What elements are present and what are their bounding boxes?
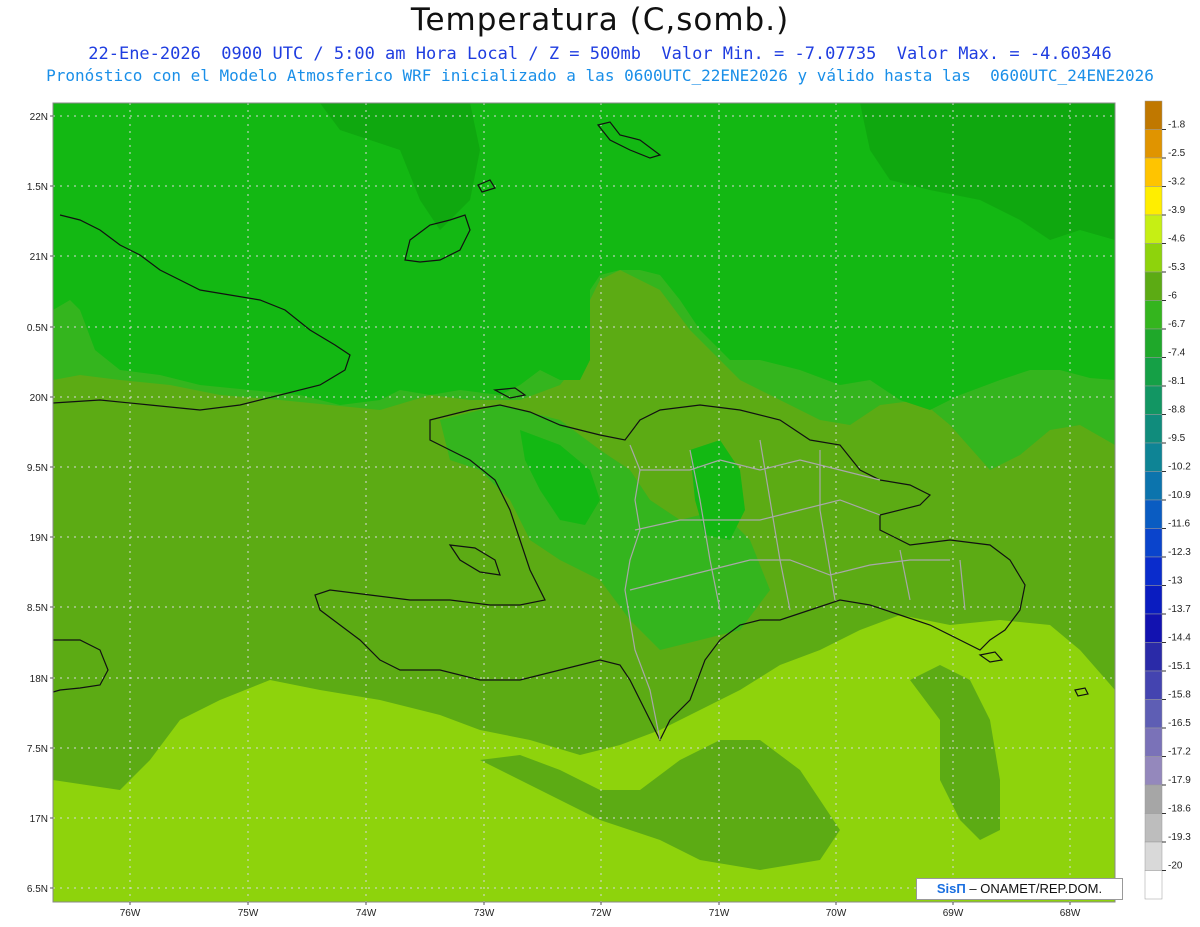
colorbar-swatch: [1144, 756, 1163, 786]
colorbar-swatch: [1144, 841, 1163, 871]
colorbar-swatch: [1144, 357, 1163, 387]
credit-text: – ONAMET/REP.DOM.: [965, 881, 1103, 896]
colorbar-label: -5.3: [1168, 262, 1186, 273]
colorbar-swatch: [1144, 699, 1163, 729]
lon-label: 70W: [826, 908, 847, 919]
lat-label: 18N: [30, 674, 48, 685]
colorbar-swatch: [1144, 670, 1163, 700]
colorbar-swatch: [1144, 271, 1163, 301]
colorbar-label: -11.6: [1168, 519, 1190, 530]
colorbar-label: -4.6: [1168, 234, 1186, 245]
colorbar-swatch: [1144, 813, 1163, 843]
colorbar: -1.8 -2.5 -3.2 -3.9 -4.6 -5.3 -6 -6.7 -7.4 -8.1 -8…: [1144, 100, 1191, 900]
lon-label: 74W: [356, 908, 377, 919]
lat-label: 22N: [30, 112, 48, 123]
lat-label: 7.5N: [27, 744, 48, 755]
colorbar-label: -7.4: [1168, 348, 1186, 359]
sispi-logo: SisΠ: [936, 881, 966, 896]
colorbar-swatch: [1144, 100, 1163, 130]
colorbar-label: -6.7: [1168, 319, 1186, 330]
temperature-map: 22N 1.5N 21N 0.5N 20N 9.5N 19N 8.5N 18N 7.5N 17N 6.…: [27, 100, 1191, 919]
lat-label: 21N: [30, 252, 48, 263]
colorbar-label: -15.1: [1168, 661, 1191, 672]
colorbar-label: -8.8: [1168, 405, 1186, 416]
colorbar-swatch: [1144, 129, 1163, 159]
colorbar-label: -17.2: [1168, 747, 1191, 758]
colorbar-swatch: [1144, 471, 1163, 501]
colorbar-label: -6: [1168, 291, 1177, 302]
lat-label: 8.5N: [27, 603, 48, 614]
colorbar-swatch: [1144, 300, 1163, 330]
colorbar-swatch: [1144, 414, 1163, 444]
colorbar-swatch: [1144, 385, 1163, 415]
colorbar-label: -9.5: [1168, 433, 1186, 444]
lat-label: 1.5N: [27, 182, 48, 193]
colorbar-swatch: [1144, 157, 1163, 187]
lon-label: 69W: [943, 908, 964, 919]
lat-label: 17N: [30, 814, 48, 825]
lon-label: 76W: [120, 908, 141, 919]
lon-label: 73W: [474, 908, 495, 919]
colorbar-swatch: [1144, 243, 1163, 273]
colorbar-swatch: [1144, 499, 1163, 529]
lat-label: 20N: [30, 393, 48, 404]
lon-label: 68W: [1060, 908, 1081, 919]
colorbar-label: -19.3: [1168, 832, 1191, 843]
credit-box: SisΠ – ONAMET/REP.DOM.: [916, 878, 1123, 900]
lon-label: 75W: [238, 908, 259, 919]
colorbar-label: -3.2: [1168, 177, 1186, 188]
lon-label: 72W: [591, 908, 612, 919]
colorbar-label: -16.5: [1168, 718, 1191, 729]
colorbar-label: -2.5: [1168, 148, 1186, 159]
colorbar-label: -10.9: [1168, 490, 1191, 501]
colorbar-label: -13: [1168, 576, 1183, 587]
lat-label: 19N: [30, 533, 48, 544]
lat-label: 0.5N: [27, 323, 48, 334]
colorbar-swatch: [1144, 784, 1163, 814]
colorbar-swatch: [1144, 556, 1163, 586]
colorbar-label: -8.1: [1168, 376, 1186, 387]
colorbar-swatch: [1144, 528, 1163, 558]
colorbar-swatch: [1144, 442, 1163, 472]
colorbar-label: -18.6: [1168, 804, 1191, 815]
colorbar-label: -17.9: [1168, 775, 1191, 786]
colorbar-swatch: [1144, 642, 1163, 672]
lat-label: 6.5N: [27, 884, 48, 895]
colorbar-swatch: [1144, 585, 1163, 615]
colorbar-label: -14.4: [1168, 633, 1191, 644]
colorbar-label: -1.8: [1168, 120, 1186, 131]
colorbar-swatch: [1144, 727, 1163, 757]
colorbar-swatch: [1144, 214, 1163, 244]
lat-label: 9.5N: [27, 463, 48, 474]
map-fill: [53, 103, 1115, 902]
colorbar-swatch: [1144, 613, 1163, 643]
colorbar-swatch: [1144, 186, 1163, 216]
colorbar-label: -12.3: [1168, 547, 1191, 558]
colorbar-label: -13.7: [1168, 604, 1191, 615]
colorbar-swatch: [1144, 870, 1163, 900]
colorbar-label: -10.2: [1168, 462, 1191, 473]
colorbar-swatch: [1144, 328, 1163, 358]
colorbar-label: -15.8: [1168, 690, 1191, 701]
latitude-labels: 22N 1.5N 21N 0.5N 20N 9.5N 19N 8.5N 18N 7.5N 17N 6.…: [27, 112, 53, 895]
longitude-labels: 76W 75W 74W 73W 72W 71W 70W 69W 68W: [120, 902, 1081, 919]
colorbar-label: -20: [1168, 861, 1183, 872]
lon-label: 71W: [709, 908, 730, 919]
colorbar-label: -3.9: [1168, 205, 1186, 216]
